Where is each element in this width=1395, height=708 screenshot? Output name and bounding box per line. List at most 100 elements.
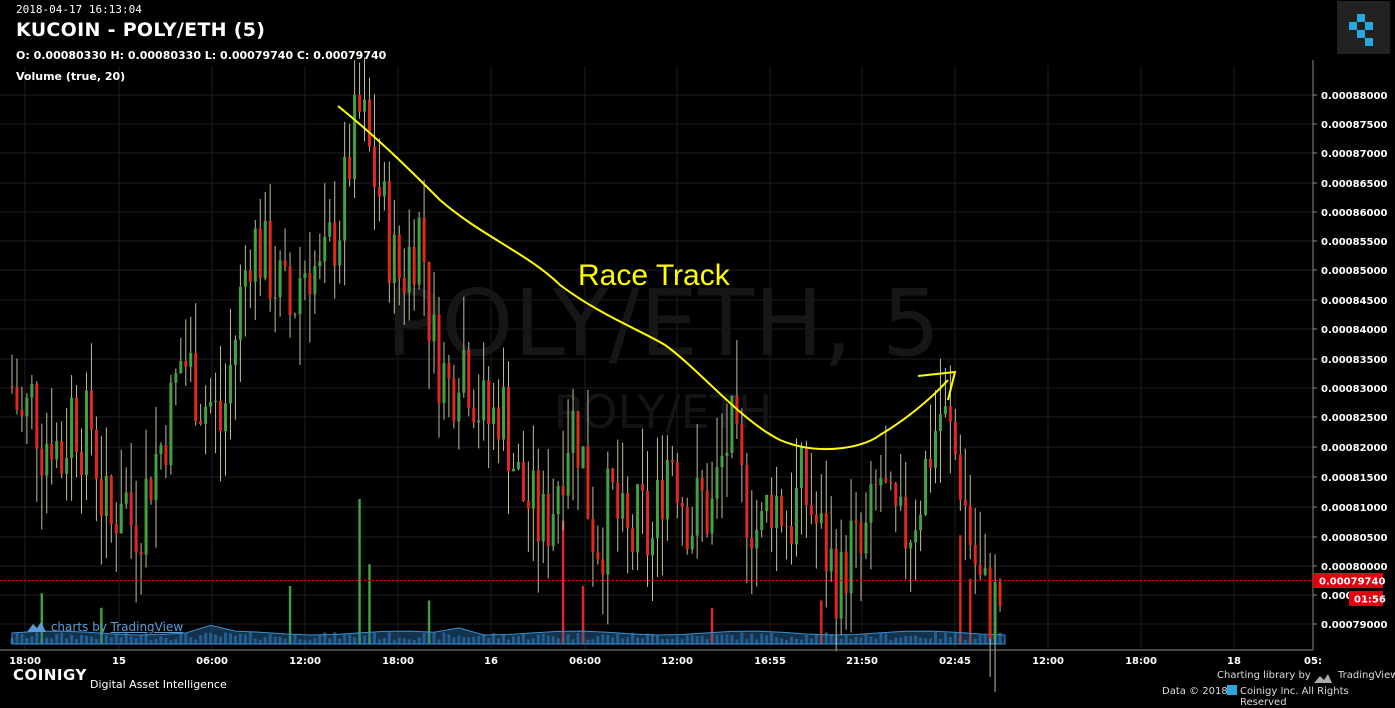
- candle-body: [799, 447, 803, 488]
- charting-library-label: Charting library by: [1217, 670, 1311, 681]
- price-tick-label: 0.00085500: [1321, 237, 1387, 248]
- candle-body: [323, 236, 327, 262]
- candle-body: [20, 409, 24, 416]
- candle-body: [760, 511, 764, 531]
- ohlc-readout: O: 0.00080330 H: 0.00080330 L: 0.0007974…: [16, 49, 387, 62]
- candle-body: [521, 461, 525, 502]
- candle-body: [541, 494, 545, 542]
- candle-body: [551, 514, 555, 546]
- candle-body: [556, 486, 560, 515]
- candle-body: [631, 528, 635, 553]
- price-chart[interactable]: POLY/ETH, 5 POLY/ETH Race Track 0.000880…: [0, 0, 1395, 698]
- price-tick-label: 0.00088000: [1321, 91, 1387, 102]
- time-tick-label: 06:00: [569, 656, 601, 667]
- candle-body: [99, 479, 103, 517]
- candle-body: [243, 270, 247, 287]
- candle-body: [154, 453, 158, 501]
- candle-body: [65, 457, 69, 474]
- candle-body: [814, 514, 818, 524]
- chart-timestamp: 2018-04-17 16:13:04: [16, 3, 142, 16]
- price-tick-label: 0.00082000: [1321, 443, 1387, 454]
- candle-body: [467, 350, 471, 409]
- candle-body: [228, 364, 232, 404]
- candle-body: [422, 217, 426, 262]
- coinigy-tagline: Digital Asset Intelligence: [90, 678, 227, 691]
- candle-body: [60, 441, 64, 474]
- candle-body: [526, 501, 530, 509]
- candle-body: [447, 363, 451, 379]
- coinigy-logo-icon[interactable]: [1337, 1, 1390, 54]
- candle-body: [695, 478, 699, 536]
- candle-body: [174, 373, 178, 383]
- candle-body: [819, 513, 823, 524]
- candle-body: [794, 487, 798, 545]
- candle-body: [919, 514, 923, 531]
- candle-body: [829, 548, 833, 572]
- candle-body: [993, 582, 997, 638]
- candle-body: [343, 156, 347, 241]
- candle-body: [70, 397, 74, 458]
- candle-body: [442, 363, 446, 403]
- candle-body: [179, 361, 183, 374]
- candle-body: [303, 273, 307, 279]
- price-tick-label: 0.00087000: [1321, 149, 1387, 160]
- candle-body: [452, 378, 456, 422]
- candle-body: [298, 278, 302, 315]
- candle-body: [25, 397, 29, 416]
- race-track-label: Race Track: [578, 259, 731, 292]
- candle-body: [924, 458, 928, 515]
- candle-body: [457, 392, 461, 422]
- candle-body: [899, 496, 903, 506]
- time-tick-label: 16:55: [754, 656, 786, 667]
- candle-body: [377, 187, 381, 197]
- candle-body: [909, 542, 913, 549]
- candle-body: [546, 494, 550, 546]
- volume-indicator-label[interactable]: Volume (true, 20): [16, 70, 125, 83]
- time-tick-label: 05:: [1304, 656, 1322, 667]
- candle-body: [507, 386, 510, 472]
- candle-body: [571, 411, 575, 453]
- candle-body: [149, 478, 153, 501]
- candle-body: [233, 339, 237, 365]
- tv-badge-link[interactable]: TradingView: [111, 620, 184, 634]
- candle-body: [968, 505, 972, 546]
- candle-body: [750, 537, 754, 549]
- candle-body: [15, 387, 19, 410]
- candle-body: [417, 217, 421, 285]
- candle-body: [770, 494, 774, 528]
- candle-body: [407, 246, 411, 293]
- candle-body: [655, 479, 659, 539]
- candle-body: [516, 461, 520, 469]
- price-tick-label: 0.00084000: [1321, 325, 1387, 336]
- candle-body: [358, 94, 362, 112]
- candle-body: [973, 545, 977, 565]
- tradingview-credit-icon: [1313, 669, 1333, 683]
- price-tick-label: 0.00086500: [1321, 179, 1387, 190]
- candle-body: [646, 490, 650, 556]
- candle-body: [144, 478, 148, 555]
- candle-body: [35, 383, 39, 449]
- candle-body: [591, 518, 595, 553]
- candle-body: [576, 411, 580, 468]
- volume-spike: [358, 499, 361, 644]
- candle-body: [745, 464, 749, 538]
- candle-body: [372, 146, 376, 188]
- time-tick-label: 18:00: [382, 656, 414, 667]
- candle-body: [914, 530, 918, 543]
- candle-body: [348, 156, 352, 180]
- candle-body: [214, 400, 218, 402]
- coinigy-brand[interactable]: COINIGY: [13, 666, 87, 684]
- candle-body: [487, 380, 491, 424]
- candle-body: [601, 559, 605, 575]
- candle-body: [219, 400, 223, 432]
- candle-body: [790, 525, 794, 545]
- price-tick-label: 0.00080000: [1321, 562, 1387, 573]
- price-tick-label: 0.00083000: [1321, 384, 1387, 395]
- candle-body: [636, 484, 640, 553]
- tradingview-credit[interactable]: TradingView: [1338, 670, 1395, 681]
- candle-body: [169, 382, 173, 466]
- candle-body: [412, 246, 416, 285]
- candle-body: [690, 535, 694, 550]
- tradingview-badge[interactable]: charts by TradingView: [25, 619, 183, 634]
- candle-body: [194, 352, 198, 422]
